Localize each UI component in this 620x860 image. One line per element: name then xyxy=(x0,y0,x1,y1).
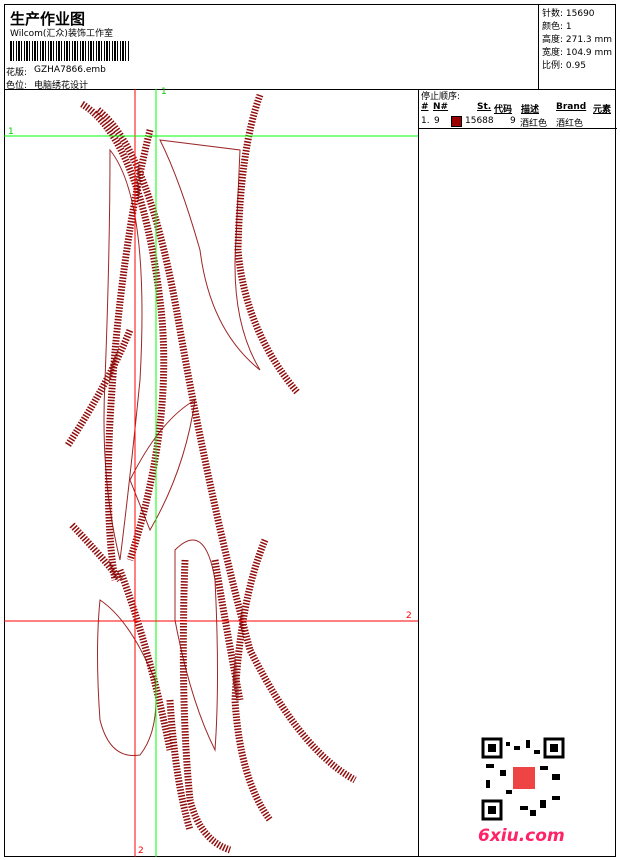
embroidery-canvas xyxy=(4,89,565,857)
embroidery-design xyxy=(65,93,357,854)
guide-label: 2 xyxy=(406,611,412,621)
stitch-band xyxy=(231,538,273,823)
stitch-band xyxy=(234,93,300,395)
qr-code xyxy=(481,737,565,821)
stitch-band xyxy=(116,568,174,751)
production-sheet: 生产作业图 Wilcom(汇众)装饰工作室 花版: GZHA7866.emb 色… xyxy=(0,0,620,860)
stitch-band xyxy=(65,328,134,447)
guide-label: 2 xyxy=(138,846,144,856)
stitch-band xyxy=(211,559,244,701)
lace-fill xyxy=(97,599,157,757)
guide-label: 1 xyxy=(161,87,167,97)
lace-fill xyxy=(103,148,143,561)
watermark: 6xiu.com xyxy=(478,826,565,846)
guide-label: 1 xyxy=(8,127,14,137)
stitch-band xyxy=(179,559,232,854)
stitch-band xyxy=(104,129,154,581)
